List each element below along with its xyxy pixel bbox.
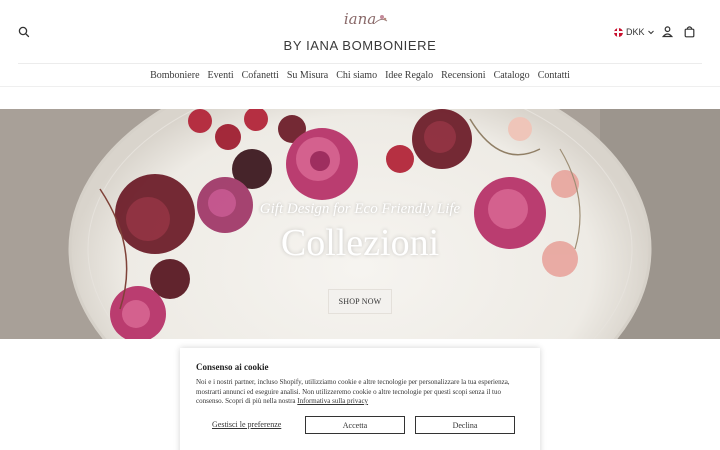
currency-selector[interactable]: DKK [614,26,654,38]
nav-item-catalogo[interactable]: Catalogo [494,70,530,81]
nav-divider [0,86,720,87]
decline-button[interactable]: Declina [415,416,515,434]
nav-item-cofanetti[interactable]: Cofanetti [242,70,279,81]
nav-item-chi-siamo[interactable]: Chi siamo [336,70,377,81]
cookie-actions: Gestisci le preferenze Accetta Declina [196,416,524,434]
chevron-down-icon [647,30,654,34]
nav-item-eventi[interactable]: Eventi [208,70,234,81]
hero-subtitle: Gift Design for Eco Friendly Life [259,201,461,217]
cookie-text: Noi e i nostri partner, incluso Shopify,… [196,378,518,407]
user-icon[interactable] [661,25,674,38]
accept-button[interactable]: Accetta [305,416,405,434]
logo-flower-icon [374,15,388,24]
cookie-title: Consenso ai cookie [196,362,269,372]
nav-item-contatti[interactable]: Contatti [538,70,570,81]
logo-script: iana [343,10,377,28]
shop-now-button[interactable]: SHOP NOW [328,289,392,314]
search-icon[interactable] [17,25,31,39]
cookie-consent-banner: Consenso ai cookie Noi e i nostri partne… [180,348,540,450]
bag-icon[interactable] [683,25,696,38]
hero-banner: Gift Design for Eco Friendly Life Collez… [0,109,720,339]
site-header: iana BY IANA BOMBONIERE DKK [0,0,720,64]
main-navigation: Bomboniere Eventi Cofanetti Su Misura Ch… [0,64,720,86]
nav-item-bomboniere[interactable]: Bomboniere [150,70,199,81]
denmark-flag-icon [614,27,623,37]
hero-title: Collezioni [280,222,440,264]
site-logo[interactable]: iana BY IANA BOMBONIERE [280,10,440,54]
privacy-policy-link[interactable]: Informativa sulla privacy [297,397,368,405]
nav-item-su-misura[interactable]: Su Misura [287,70,328,81]
nav-item-idee-regalo[interactable]: Idee Regalo [385,70,433,81]
manage-preferences-link[interactable]: Gestisci le preferenze [212,420,281,429]
hero-content: Gift Design for Eco Friendly Life Collez… [0,109,720,339]
logo-wordmark: BY IANA BOMBONIERE [283,38,437,53]
currency-label: DKK [626,27,645,37]
nav-item-recensioni[interactable]: Recensioni [441,70,485,81]
